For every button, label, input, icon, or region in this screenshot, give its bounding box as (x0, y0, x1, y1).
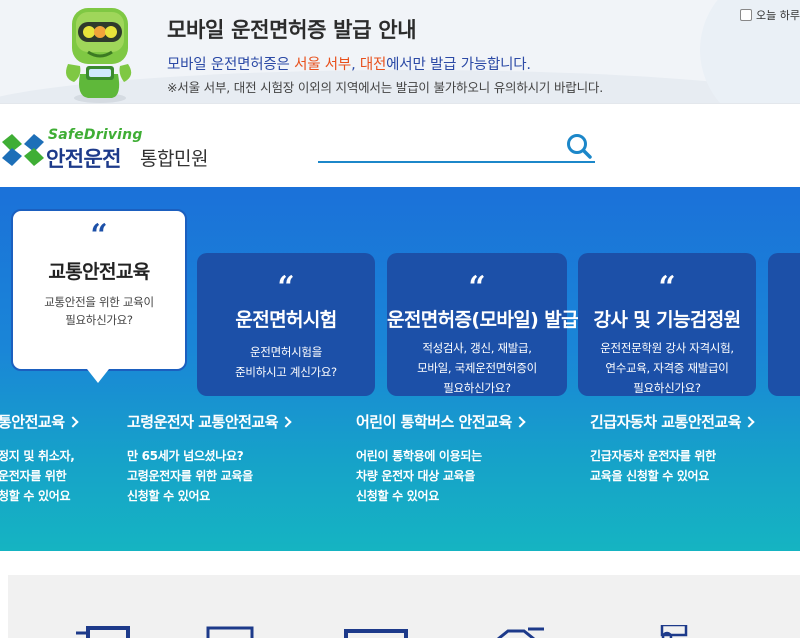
region-daejeon: 대전 (359, 57, 387, 73)
hide-today-checkbox[interactable]: 오늘 하루 (740, 7, 800, 23)
card-description: 운전전문학원 강사 자격시험, 연수교육, 자격증 재발급이 필요하신가요? (578, 338, 756, 398)
card-desc-line: 모바일, 국제운전면허증이 (417, 361, 537, 375)
card-title: 교통안전교육 (48, 261, 150, 283)
course-title[interactable]: 어린이 통학버스 안전교육 (356, 411, 526, 432)
logo-english-text[interactable]: SafeDriving (48, 127, 143, 143)
banner-title: 모바일 운전면허증 발급 안내 (167, 18, 417, 42)
card-next-partial[interactable] (768, 253, 800, 396)
card-traffic-safety-education[interactable]: “ 교통안전교육 교통안전을 위한 교육이 필요하신가요? (11, 209, 187, 371)
card-description: 적성검사, 갱신, 재발급, 모바일, 국제운전면허증이 필요하신가요? (387, 338, 567, 398)
card-desc-line: 필요하신가요? (443, 381, 511, 395)
banner-caution-text: ※서울 서부, 대전 시험장 이외의 지역에서는 발급이 불가하오니 유의하시기… (167, 80, 603, 95)
card-desc-line: 교통안전을 위한 교육이 (44, 295, 154, 309)
chevron-right-icon (66, 415, 79, 428)
monitor-icon[interactable] (76, 625, 136, 638)
course-link-elderly-driver[interactable]: 고령운전자 교통안전교육 만 65세가 넘으셨나요? 고령운전자를 위한 교육을… (127, 411, 292, 506)
card-title: 운전면허시험 (235, 309, 337, 331)
course-description: 어린이 통학용에 이용되는 차량 운전자 대상 교육을 신청할 수 있어요 (356, 449, 482, 503)
banner-text-prefix: 모바일 운전면허증은 (167, 57, 295, 73)
card-description: 교통안전을 위한 교육이 필요하신가요? (13, 293, 185, 329)
car-license-icon[interactable] (494, 625, 554, 638)
card-description: 운전면허시험을 준비하시고 계신가요? (197, 342, 375, 382)
traffic-light-mascot-icon (66, 8, 132, 103)
hide-today-label: 오늘 하루 (756, 9, 800, 22)
quick-menu-section (8, 575, 800, 638)
banner-notice-text: 모바일 운전면허증은 서울 서부, 대전에서만 발급 가능합니다. (167, 53, 531, 74)
service-hero-section: “ 교통안전교육 교통안전을 위한 교육이 필요하신가요? “ 운전면허시험 운… (0, 187, 800, 551)
search-icon[interactable] (565, 132, 593, 160)
course-link-traffic-safety[interactable]: 통안전교육 정지 및 취소자, 운전자를 위한 청할 수 있어요 (0, 411, 79, 506)
logo-subtitle[interactable]: 통합민원 (140, 144, 208, 171)
quote-mark-icon: “ (277, 270, 295, 305)
banner-text-suffix: 에서만 발급 가능합니다. (386, 57, 531, 73)
search-input[interactable] (318, 161, 595, 163)
safedriving-logo-icon[interactable] (0, 130, 46, 170)
card-desc-line: 필요하신가요? (65, 313, 133, 327)
course-title[interactable]: 긴급자동차 교통안전교육 (590, 411, 755, 432)
region-seoul-west: 서울 서부 (294, 57, 352, 73)
quote-mark-icon: “ (468, 270, 486, 305)
card-instructor-examiner[interactable]: “ 강사 및 기능검정원 운전전문학원 강사 자격시험, 연수교육, 자격증 재… (578, 253, 756, 396)
chevron-right-icon (280, 415, 292, 428)
active-card-pointer (87, 369, 109, 383)
person-board-icon[interactable] (654, 625, 694, 638)
card-title: 운전면허증(모바일) 발급 (387, 309, 579, 331)
quote-mark-icon: “ (658, 270, 676, 305)
course-title[interactable]: 고령운전자 교통안전교육 (127, 411, 292, 432)
mobile-license-notice-banner: 모바일 운전면허증 발급 안내 모바일 운전면허증은 서울 서부, 대전에서만 … (0, 0, 800, 104)
card-desc-line: 운전전문학원 강사 자격시험, (600, 341, 734, 355)
checkbox-box[interactable] (740, 9, 752, 21)
card-desc-line: 운전면허시험을 (250, 345, 322, 359)
card-desc-line: 적성검사, 갱신, 재발급, (422, 341, 532, 355)
course-link-school-bus[interactable]: 어린이 통학버스 안전교육 어린이 통학용에 이용되는 차량 운전자 대상 교육… (356, 411, 526, 506)
card-desc-line: 연수교육, 자격증 재발급이 (605, 361, 729, 375)
course-description: 만 65세가 넘으셨나요? 고령운전자를 위한 교육을 신청할 수 있어요 (127, 449, 253, 503)
card-desc-line: 준비하시고 계신가요? (235, 365, 337, 379)
course-title[interactable]: 통안전교육 (0, 411, 79, 432)
course-link-emergency-vehicle[interactable]: 긴급자동차 교통안전교육 긴급자동차 운전자를 위한 교육을 신청할 수 있어요 (590, 411, 755, 486)
logo-korean-text[interactable]: 안전운전 (46, 143, 121, 173)
document-icon[interactable] (206, 625, 256, 638)
card-driving-license-test[interactable]: “ 운전면허시험 운전면허시험을 준비하시고 계신가요? (197, 253, 375, 396)
chevron-right-icon (514, 415, 526, 428)
banner-text-sep: , (351, 57, 360, 73)
course-description: 긴급자동차 운전자를 위한 교육을 신청할 수 있어요 (590, 449, 716, 483)
card-title: 강사 및 기능검정원 (593, 309, 741, 331)
quote-mark-icon: “ (90, 218, 108, 253)
course-description: 정지 및 취소자, 운전자를 위한 청할 수 있어요 (0, 449, 75, 503)
card-license-issuance[interactable]: “ 운전면허증(모바일) 발급 적성검사, 갱신, 재발급, 모바일, 국제운전… (387, 253, 579, 398)
keyboard-icon[interactable] (344, 625, 408, 638)
chevron-right-icon (743, 415, 755, 428)
card-desc-line: 필요하신가요? (633, 381, 701, 395)
